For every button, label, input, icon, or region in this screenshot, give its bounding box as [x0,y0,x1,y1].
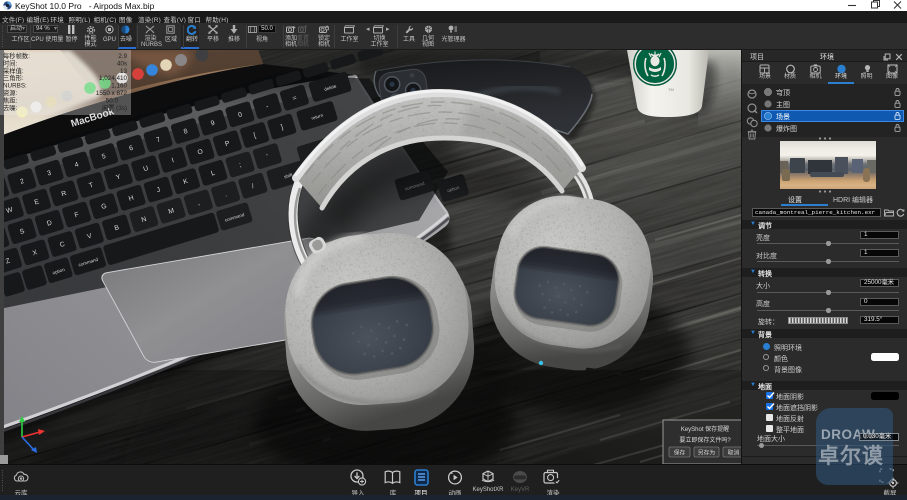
svg-text:时间:: 时间: [3,58,18,67]
svg-text:1,160: 1,160 [111,83,127,90]
svg-text:50.0: 50.0 [106,97,119,104]
svg-text:取消: 取消 [728,448,740,456]
svg-text:闲置 (3s): 闲置 (3s) [102,103,127,112]
svg-text:要立即保存文件吗?: 要立即保存文件吗? [679,436,731,444]
svg-text:KeyShot 保存提醒: KeyShot 保存提醒 [681,425,729,433]
svg-text:1,024,410: 1,024,410 [99,75,128,82]
svg-text:去噪:: 去噪: [3,103,18,112]
svg-text:保存: 保存 [674,448,686,456]
svg-text:每秒帧数:: 每秒帧数: [3,51,30,60]
svg-text:NURBS:: NURBS: [3,83,27,90]
svg-text:TM: TM [668,87,674,92]
svg-text:资源:: 资源: [3,88,18,97]
svg-text:采样值:: 采样值: [3,66,24,75]
svg-text:40s: 40s [117,60,127,67]
svg-text:13: 13 [120,68,128,75]
svg-text:2.9: 2.9 [118,53,127,60]
svg-text:焦距:: 焦距: [3,95,18,104]
svg-text:三角形:: 三角形: [3,73,24,82]
svg-text:1550 x 872: 1550 x 872 [96,90,128,97]
svg-text:另存为: 另存为 [698,448,716,456]
